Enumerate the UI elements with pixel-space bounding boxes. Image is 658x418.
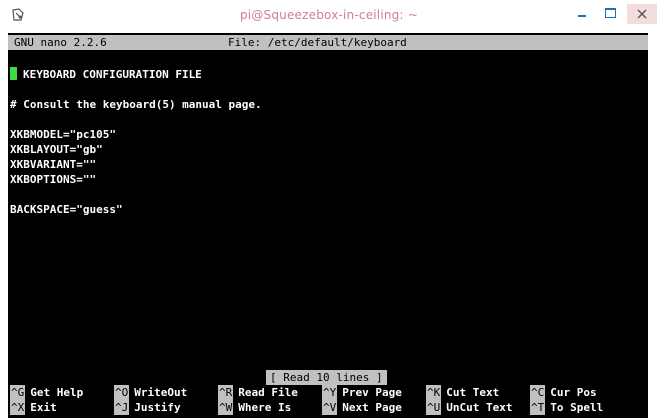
maximize-icon [604,8,616,18]
editor-line[interactable]: XKBVARIANT="" [10,157,96,172]
terminal-window: pi@Squeezebox-in-ceiling: ~ GNU nano 2.2… [0,0,658,418]
shortcut-item[interactable]: ^V Next Page [322,400,402,415]
shortcut-item[interactable]: ^W Where Is [218,400,291,415]
shortcut-label: Get Help [30,386,84,399]
shortcut-key: ^J [114,400,130,415]
shortcut-item[interactable]: ^O WriteOut [114,385,187,400]
shortcut-key: ^O [114,385,130,400]
editor-line-text: BACKSPACE="guess" [10,203,123,216]
shortcut-item[interactable]: ^R Read File [218,385,298,400]
shortcut-key: ^V [322,400,338,415]
shortcut-item[interactable]: ^K Cut Text [426,385,499,400]
file-name: File: /etc/default/keyboard [228,36,407,49]
nano-version: GNU nano 2.2.6 [14,36,107,49]
shortcut-key: ^Y [322,385,338,400]
editor-line-text: # Consult the keyboard(5) manual page. [10,98,262,111]
terminal-area[interactable]: GNU nano 2.2.6 File: /etc/default/keyboa… [8,33,648,418]
shortcut-item[interactable]: ^Y Prev Page [322,385,402,400]
minimize-button[interactable] [574,4,590,22]
editor-line[interactable]: XKBMODEL="pc105" [10,127,116,142]
editor-line-text: KEYBOARD CONFIGURATION FILE [23,68,202,81]
shortcut-label: Cut Text [446,386,500,399]
shortcut-key: ^K [426,385,442,400]
editor-line[interactable]: BACKSPACE="guess" [10,202,123,217]
shortcut-item[interactable]: ^J Justify [114,400,181,415]
shortcut-item[interactable]: ^C Cur Pos [530,385,597,400]
editor-line-text: XKBOPTIONS="" [10,173,97,186]
editor-line-text: XKBLAYOUT="gb" [10,143,103,156]
shortcut-label: To Spell [550,401,604,414]
shortcut-key: ^R [218,385,234,400]
editor-line[interactable]: KEYBOARD CONFIGURATION FILE [10,67,202,82]
shortcut-label: Exit [30,401,57,414]
shortcut-item[interactable]: ^G Get Help [10,385,83,400]
scrollbar[interactable] [648,33,658,418]
shortcut-item[interactable]: ^U UnCut Text [426,400,512,415]
status-message: [ Read 10 lines ] [266,370,387,385]
shortcut-label: Cur Pos [550,386,597,399]
close-button[interactable] [627,4,657,24]
shortcut-label: Justify [134,401,181,414]
shortcut-key: ^W [218,400,234,415]
shortcut-item[interactable]: ^X Exit [10,400,57,415]
shortcut-label: Prev Page [342,386,402,399]
editor-line[interactable]: XKBOPTIONS="" [10,172,96,187]
title-bar[interactable]: pi@Squeezebox-in-ceiling: ~ [0,0,658,32]
editor-line[interactable]: XKBLAYOUT="gb" [10,142,103,157]
shortcut-label: Where Is [238,401,292,414]
shortcut-label: WriteOut [134,386,188,399]
shortcut-label: Read File [238,386,298,399]
shortcut-key: ^G [10,385,26,400]
shortcut-label: Next Page [342,401,402,414]
shortcut-key: ^C [530,385,546,400]
shortcut-label: UnCut Text [446,401,513,414]
text-cursor [10,67,17,80]
editor-line[interactable]: # Consult the keyboard(5) manual page. [10,97,262,112]
editor-line-text: XKBMODEL="pc105" [10,128,116,141]
maximize-button[interactable] [602,4,618,22]
shortcut-item[interactable]: ^T To Spell [530,400,603,415]
minimize-icon [578,15,586,17]
shortcut-key: ^U [426,400,442,415]
shortcut-key: ^X [10,400,26,415]
shortcut-key: ^T [530,400,546,415]
close-icon [637,9,647,19]
nano-header: GNU nano 2.2.6 File: /etc/default/keyboa… [8,35,648,50]
window-title: pi@Squeezebox-in-ceiling: ~ [239,8,419,22]
editor-line-text: XKBVARIANT="" [10,158,97,171]
